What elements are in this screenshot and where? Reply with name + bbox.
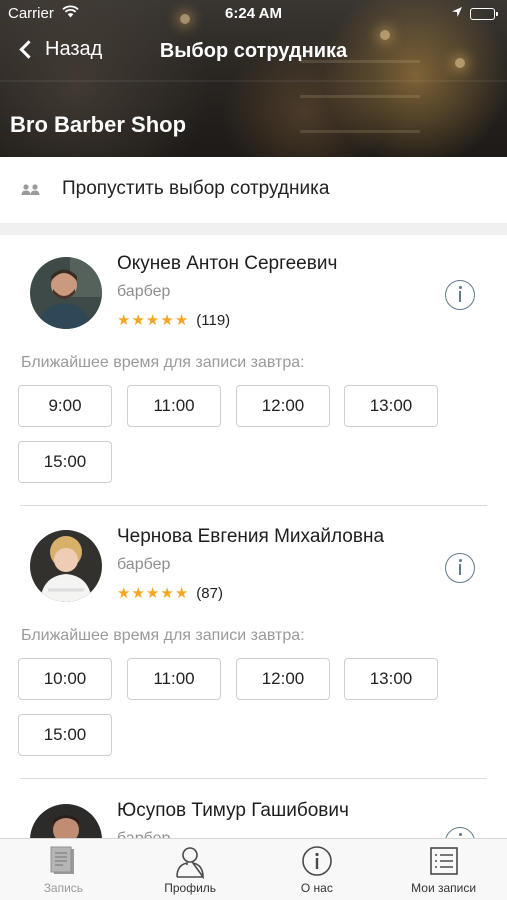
time-slot[interactable]: 15:00 <box>18 714 112 756</box>
star-icon: ★ <box>131 312 145 329</box>
star-icon: ★ <box>117 312 131 329</box>
star-icon: ★ <box>131 585 145 602</box>
rating-stars: ★ ★ ★ ★ ★ <box>117 586 188 601</box>
nearest-time-hint: Ближайшее время для записи завтра: <box>21 354 305 371</box>
employee-rating: ★ ★ ★ ★ ★ (87) <box>117 585 223 602</box>
star-icon: ★ <box>160 585 174 602</box>
tab-label: Запись <box>43 881 84 895</box>
time-slot[interactable]: 15:00 <box>18 441 112 483</box>
time-slot[interactable]: 9:00 <box>18 385 112 427</box>
time-slot[interactable]: 13:00 <box>344 385 438 427</box>
star-icon: ★ <box>145 585 160 602</box>
time-slot[interactable]: 12:00 <box>236 658 330 700</box>
rating-stars: ★ ★ ★ ★ ★ <box>117 313 188 328</box>
avatar <box>30 257 102 329</box>
section-separator <box>0 223 507 235</box>
tab-label: Мои записи <box>411 881 477 895</box>
header-banner: Carrier 6:24 AM Назад Выбор сотрудника B… <box>0 0 507 157</box>
employee-role: барбер <box>117 830 170 838</box>
tab-profile[interactable]: Профиль <box>127 839 254 900</box>
employee-card[interactable]: Юсупов Тимур Гашибович барбер <box>0 782 507 838</box>
time-slot[interactable]: 13:00 <box>344 658 438 700</box>
employee-info-icon[interactable] <box>445 280 475 310</box>
shop-name: Bro Barber Shop <box>10 112 187 137</box>
time-slot[interactable]: 11:00 <box>127 658 221 700</box>
tab-label: О нас <box>300 881 333 895</box>
employee-name: Чернова Евгения Михайловна <box>117 526 385 547</box>
star-icon: ★ <box>174 585 189 602</box>
info-icon <box>301 845 333 882</box>
battery-icon <box>470 8 498 20</box>
time-slot[interactable]: 12:00 <box>236 385 330 427</box>
employee-role: барбер <box>117 556 171 573</box>
time-slot[interactable]: 11:00 <box>127 385 221 427</box>
card-divider <box>20 778 487 779</box>
employee-info-icon[interactable] <box>445 827 475 838</box>
navigation-bar: Назад Выбор сотрудника <box>0 28 507 76</box>
employee-name: Окунев Антон Сергеевич <box>117 253 338 274</box>
tab-booking[interactable]: Запись <box>0 839 127 900</box>
tab-my-bookings[interactable]: Мои записи <box>380 839 507 900</box>
employee-name: Юсупов Тимур Гашибович <box>117 800 349 821</box>
tab-label: Профиль <box>164 881 217 895</box>
star-icon: ★ <box>145 312 160 329</box>
tab-bar: Запись Профиль О нас Мои записи <box>0 838 507 900</box>
review-count: (87) <box>196 585 223 602</box>
employee-rating: ★ ★ ★ ★ ★ (119) <box>117 312 230 329</box>
star-icon: ★ <box>117 585 131 602</box>
status-time: 6:24 AM <box>225 5 282 22</box>
group-icon <box>20 183 42 197</box>
avatar <box>30 804 102 838</box>
skip-employee-selection-button[interactable]: Пропустить выбор сотрудника <box>0 157 507 223</box>
employee-role: барбер <box>117 283 171 300</box>
nearest-time-hint: Ближайшее время для записи завтра: <box>21 627 305 644</box>
list-icon <box>428 845 460 882</box>
status-bar: Carrier 6:24 AM <box>0 0 507 28</box>
avatar <box>30 530 102 602</box>
booking-icon <box>47 845 79 882</box>
employee-info-icon[interactable] <box>445 553 475 583</box>
tab-about[interactable]: О нас <box>254 839 381 900</box>
star-icon: ★ <box>160 312 174 329</box>
card-divider <box>20 505 487 506</box>
page-title: Выбор сотрудника <box>159 40 348 62</box>
employee-card[interactable]: Окунев Антон Сергеевич барбер ★ ★ ★ ★ ★ … <box>0 235 507 505</box>
star-icon: ★ <box>174 312 189 329</box>
review-count: (119) <box>196 312 231 329</box>
time-slot[interactable]: 10:00 <box>18 658 112 700</box>
skip-label: Пропустить выбор сотрудника <box>62 178 330 199</box>
profile-icon <box>174 845 206 884</box>
employee-card[interactable]: Чернова Евгения Михайловна барбер ★ ★ ★ … <box>0 508 507 778</box>
location-arrow-icon <box>451 5 463 22</box>
